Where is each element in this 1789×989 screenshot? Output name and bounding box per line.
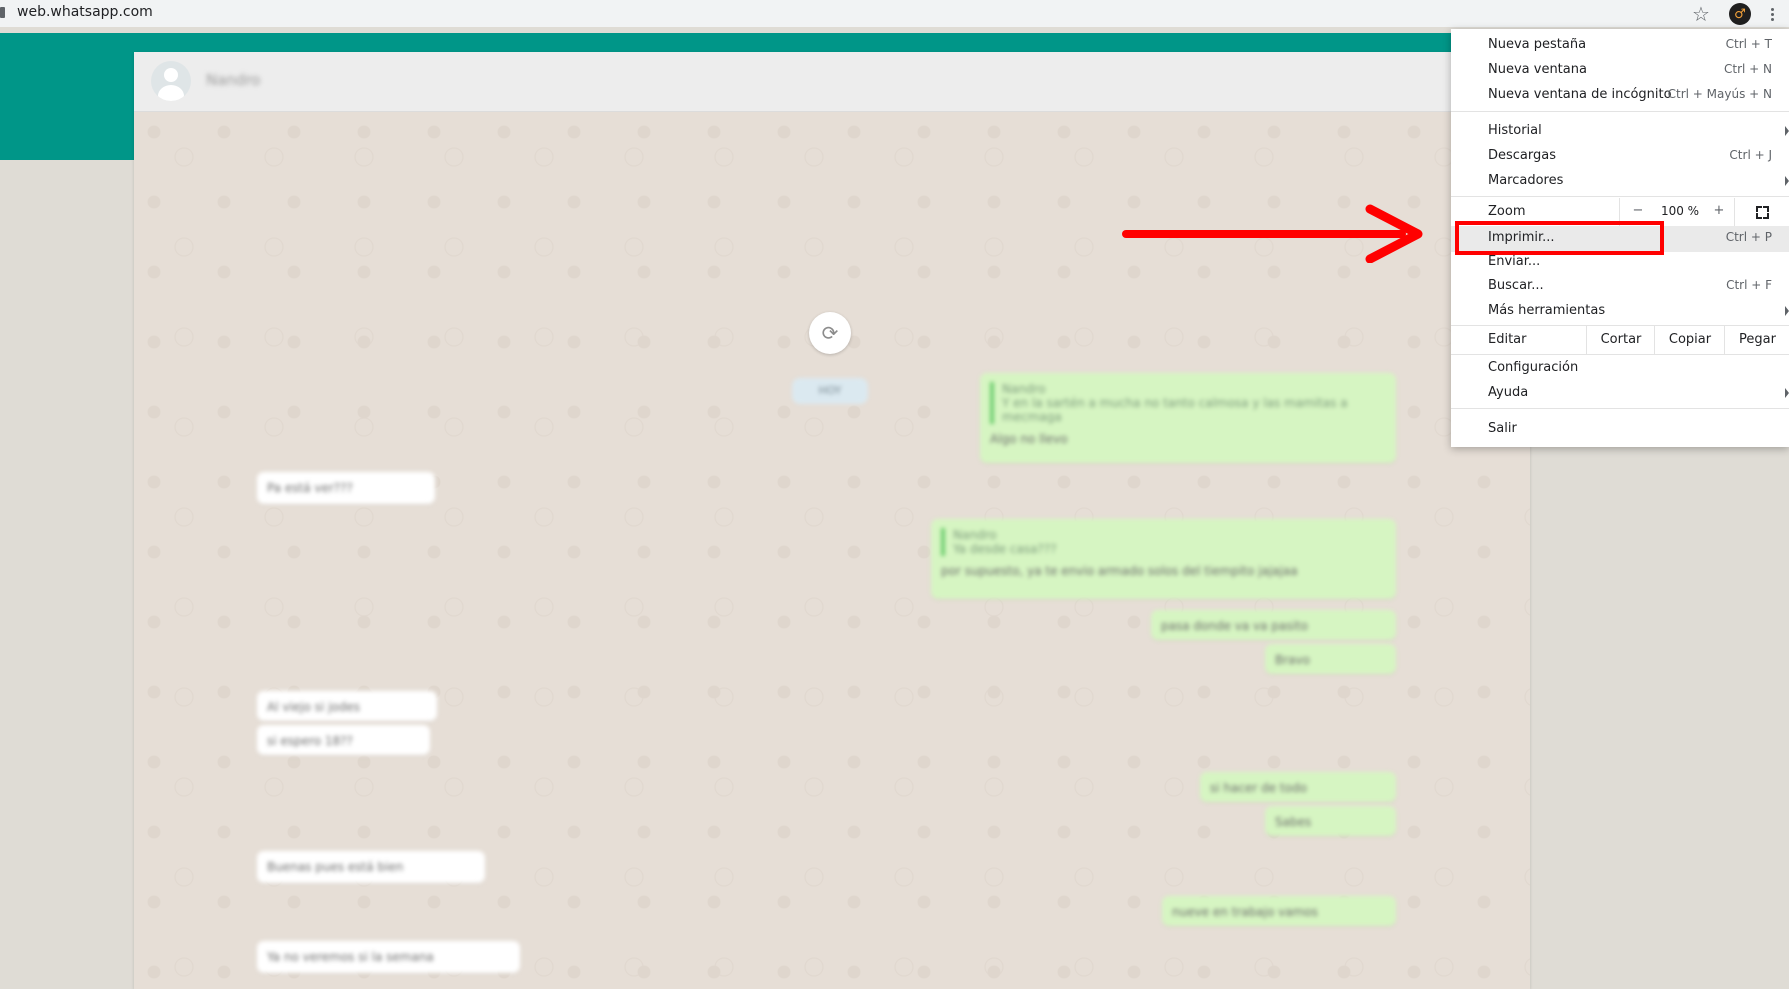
message-bubble: si hacer de todo — [1200, 772, 1396, 802]
extension-icon[interactable]: ♂ — [1728, 2, 1752, 26]
highlight-box — [1455, 221, 1664, 255]
menu-item-settings[interactable]: Configuración — [1451, 356, 1789, 380]
message-bubble: si espero 18?? — [257, 725, 430, 755]
message-bubble: Pa está ver??? — [257, 472, 435, 504]
message-bubble: Sabes — [1265, 806, 1396, 836]
menu-item-find[interactable]: Buscar... Ctrl + F — [1451, 274, 1789, 298]
menu-item-incognito[interactable]: Nueva ventana de incógnito Ctrl + Mayús +… — [1451, 83, 1789, 107]
reload-icon[interactable]: ⟳ — [809, 312, 851, 354]
menu-separator — [1451, 408, 1789, 409]
star-icon[interactable]: ☆ — [1689, 2, 1713, 26]
copy-button[interactable]: Copiar — [1654, 326, 1725, 354]
kebab-menu-icon[interactable] — [1760, 2, 1784, 26]
zoom-level: 100 % — [1660, 204, 1700, 218]
menu-separator — [1451, 111, 1789, 112]
whatsapp-chat-window: Nandro ⟳ HOY Nandro Y en la sartén a much… — [134, 52, 1530, 989]
chat-header: Nandro — [134, 52, 1530, 112]
message-bubble: Nandro Ya desde casa??? por supuesto, ya … — [931, 519, 1396, 599]
annotation-arrow-icon — [1122, 204, 1423, 263]
message-bubble: Buenas pues está bien — [257, 851, 485, 883]
lock-icon[interactable] — [0, 7, 5, 18]
zoom-label: Zoom — [1488, 204, 1526, 219]
fullscreen-icon — [1756, 206, 1769, 219]
paste-button[interactable]: Pegar — [1724, 326, 1789, 354]
menu-item-bookmarks[interactable]: Marcadores — [1451, 169, 1789, 193]
browser-toolbar: web.whatsapp.com ☆ ♂ — [0, 0, 1789, 27]
submenu-arrow-icon — [1785, 176, 1789, 186]
menu-edit-row: Editar Cortar Copiar Pegar — [1451, 326, 1789, 354]
menu-item-new-window[interactable]: Nueva ventana Ctrl + N — [1451, 58, 1789, 82]
menu-item-history[interactable]: Historial — [1451, 119, 1789, 143]
message-bubble: nueve en trabajo vamos — [1162, 896, 1396, 926]
message-bubble: Nandro Y en la sartén a mucha no tanto ca… — [980, 373, 1396, 463]
menu-separator — [1451, 196, 1789, 197]
cut-button[interactable]: Cortar — [1586, 326, 1655, 354]
message-bubble: Al viejo si jodes — [257, 691, 437, 721]
menu-item-downloads[interactable]: Descargas Ctrl + J — [1451, 144, 1789, 168]
message-bubble: pasa donde va va pasito — [1151, 610, 1396, 640]
submenu-arrow-icon — [1785, 126, 1789, 136]
menu-item-help[interactable]: Ayuda — [1451, 381, 1789, 405]
menu-item-exit[interactable]: Salir — [1451, 417, 1789, 441]
zoom-out-button[interactable]: − — [1627, 203, 1649, 218]
zoom-in-button[interactable]: + — [1708, 203, 1730, 218]
menu-item-more-tools[interactable]: Más herramientas — [1451, 299, 1789, 323]
submenu-arrow-icon — [1785, 306, 1789, 316]
menu-item-new-tab[interactable]: Nueva pestaña Ctrl + T — [1451, 33, 1789, 57]
edit-label: Editar — [1488, 332, 1527, 347]
address-bar-url[interactable]: web.whatsapp.com — [17, 4, 153, 20]
date-divider: HOY — [792, 378, 868, 404]
message-bubble: Bravo — [1265, 644, 1396, 674]
submenu-arrow-icon — [1785, 388, 1789, 398]
fullscreen-button[interactable] — [1734, 198, 1789, 226]
contact-name[interactable]: Nandro — [206, 71, 260, 89]
message-bubble: Ya no veremos si la semana — [257, 941, 520, 973]
avatar[interactable] — [151, 61, 191, 101]
menu-separator — [1451, 354, 1789, 355]
